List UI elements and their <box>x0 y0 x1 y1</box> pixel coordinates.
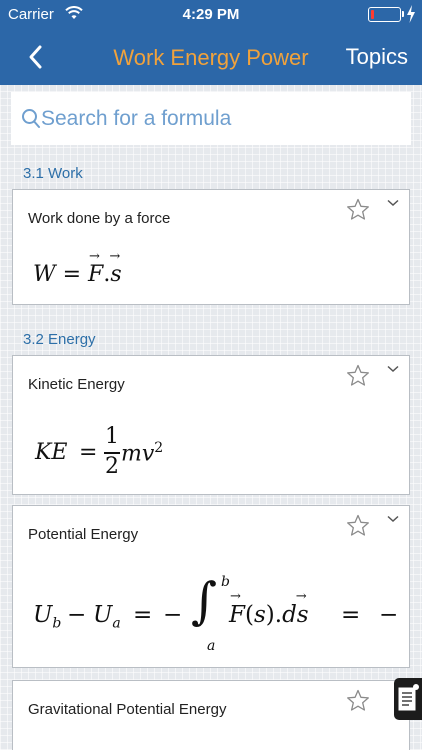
formula-card-potential-energy[interactable]: Potential Energy Ub − Ua = − ∫ b a F → (s)… <box>12 505 410 668</box>
chevron-down-icon[interactable] <box>387 365 399 373</box>
formula-card-kinetic-energy[interactable]: Kinetic Energy KE = 1 2 mv2 <box>12 355 410 495</box>
section-title-energy: 3.2 Energy <box>23 331 96 348</box>
status-bar: Carrier 4:29 PM <box>0 0 422 30</box>
battery-icon <box>368 7 401 22</box>
topics-button[interactable]: Topics <box>346 44 408 70</box>
favorite-star-icon[interactable] <box>346 514 370 537</box>
formula-card-title: Work done by a force <box>28 210 171 227</box>
formula-card-title: Gravitational Potential Energy <box>28 701 227 718</box>
notes-icon <box>398 684 419 711</box>
formula-card-title: Kinetic Energy <box>28 376 125 393</box>
chevron-down-icon[interactable] <box>387 515 399 523</box>
formula-card-title: Potential Energy <box>28 526 139 543</box>
search-input[interactable] <box>41 102 401 136</box>
formula-expression: W = F → .s → <box>33 249 122 287</box>
formula-card-work-done[interactable]: Work done by a force W = F → .s → <box>12 189 410 305</box>
chevron-down-icon[interactable] <box>387 199 399 207</box>
favorite-star-icon[interactable] <box>346 198 370 221</box>
notes-button[interactable] <box>394 678 422 720</box>
favorite-star-icon[interactable] <box>346 364 370 387</box>
section-title-work: 3.1 Work <box>23 165 83 182</box>
formula-card-gravitational-potential-energy[interactable]: Gravitational Potential Energy <box>12 680 410 750</box>
battery-cap <box>402 11 404 17</box>
charging-bolt-icon <box>407 5 415 23</box>
search-bar <box>11 92 411 145</box>
battery-level <box>370 9 374 19</box>
search-icon <box>22 109 40 128</box>
app-header: Carrier 4:29 PM Work Energy Power Topics <box>0 0 422 85</box>
favorite-star-icon[interactable] <box>346 689 370 712</box>
formula-expression: Ub − Ua = − ∫ b a F → (s).ds → = − <box>33 572 399 654</box>
status-time: 4:29 PM <box>182 6 240 23</box>
